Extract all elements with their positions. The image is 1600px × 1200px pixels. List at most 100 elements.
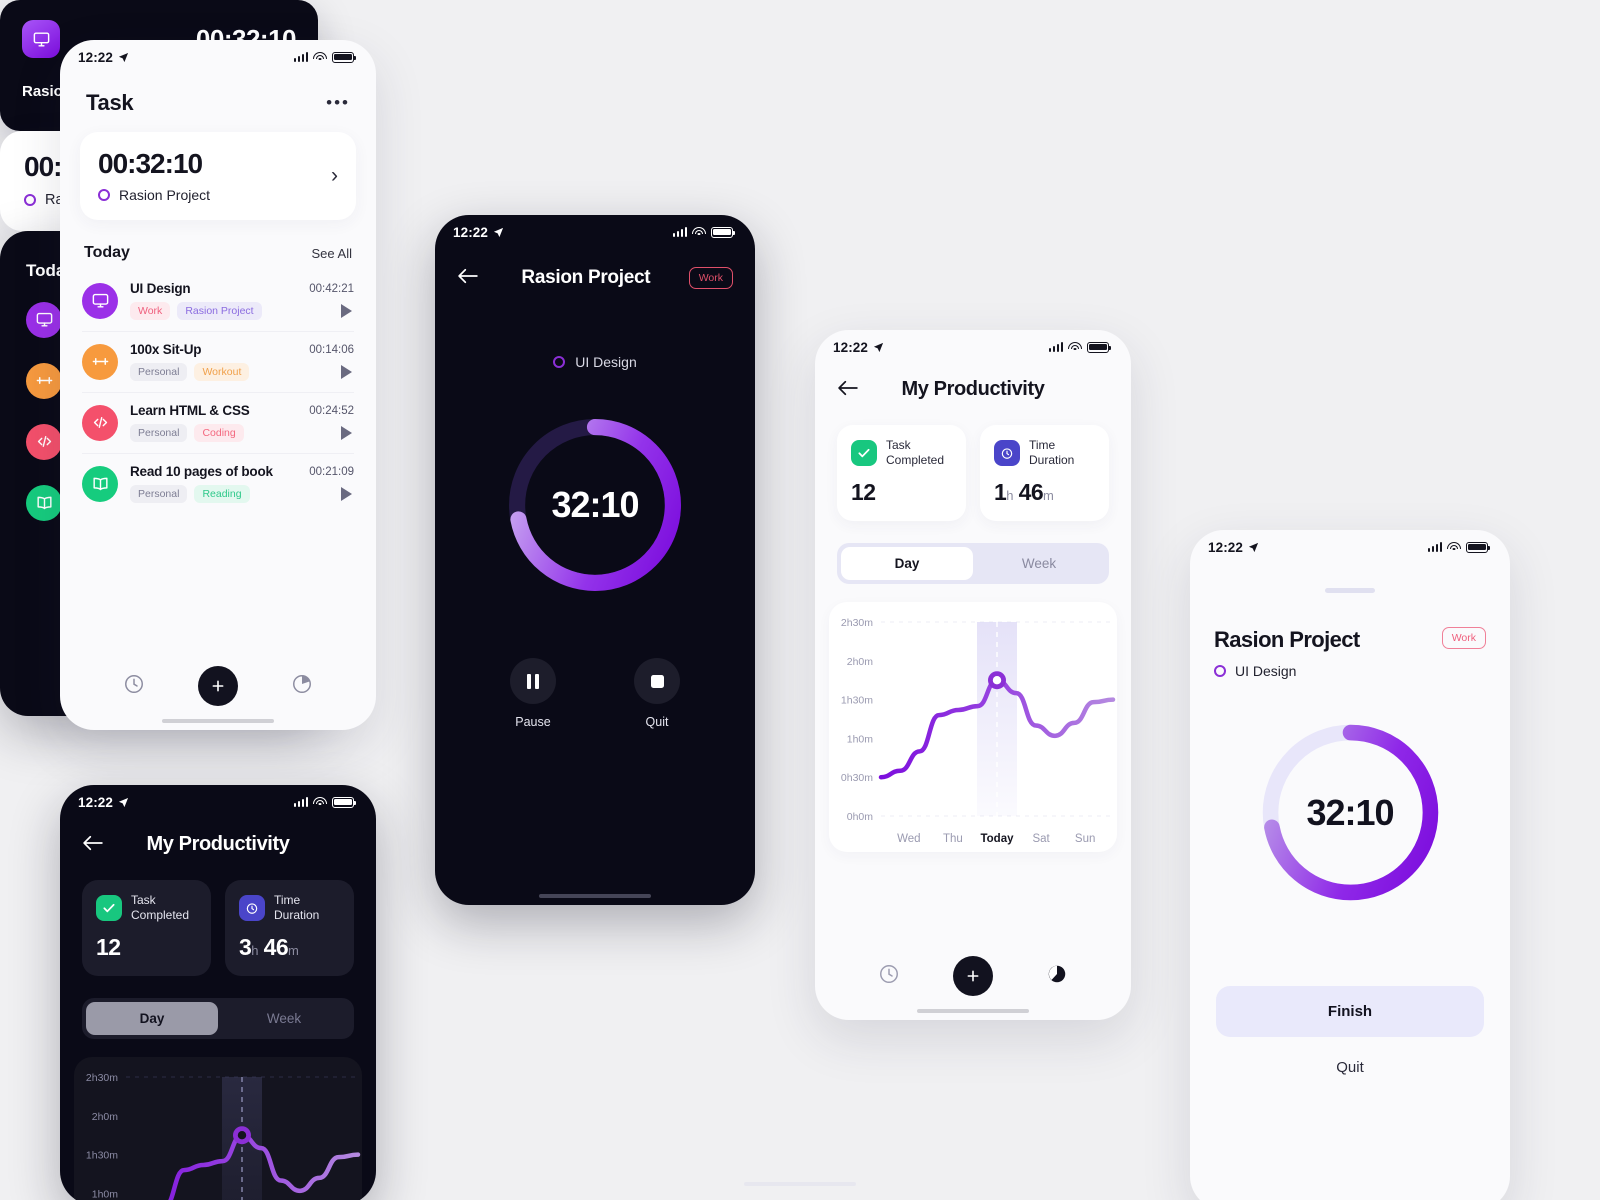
location-arrow-icon (1248, 542, 1259, 552)
more-horizontal-icon[interactable]: ••• (326, 94, 350, 111)
app-icon (22, 20, 60, 58)
stat-label-line1: Task (131, 893, 156, 907)
status-bar-time: 12:22 (833, 339, 869, 355)
task-row[interactable]: Read 10 pages of book 00:21:09 Personal R… (60, 453, 376, 514)
stat-label-line2: Completed (131, 907, 190, 922)
check-icon (96, 894, 122, 921)
task-avatar (26, 362, 62, 399)
battery-icon (711, 226, 736, 238)
stat-label-line2: Completed (886, 452, 945, 467)
tab-week[interactable]: Week (973, 547, 1105, 580)
page-title: Task (86, 90, 134, 115)
y-axis-tick: 1h30m (86, 1150, 118, 1162)
productivity-header: My Productivity (60, 819, 376, 856)
stat-label-line1: Task (886, 438, 911, 452)
add-task-button[interactable] (197, 666, 238, 706)
stat-card-time-duration: Time Duration 1h 46m (980, 425, 1109, 522)
chart-point-inner (237, 1131, 247, 1140)
quit-button[interactable]: Quit (1190, 1059, 1510, 1076)
task-avatar (82, 404, 118, 441)
task-list-screen: 12:22 Task ••• 00:32:10 Rasion Project › (60, 40, 376, 730)
play-icon[interactable] (341, 426, 352, 440)
tab-week[interactable]: Week (218, 1002, 350, 1035)
task-row[interactable]: Learn HTML & CSS 00:24:52 Personal Coding (60, 392, 376, 453)
finish-task-label: UI Design (1235, 663, 1297, 679)
duration-minutes-unit: m (288, 943, 299, 959)
task-tag: Personal (130, 363, 188, 381)
status-bar: 12:22 (435, 215, 755, 249)
y-axis-tick: 1h30m (841, 695, 873, 707)
stat-cards: Task Completed 12 Time Duration (815, 401, 1131, 522)
status-bar-time: 12:22 (78, 49, 114, 65)
task-avatar (26, 484, 62, 521)
status-bar-time: 12:22 (1208, 539, 1244, 555)
task-tag: Reading (194, 485, 250, 503)
play-icon[interactable] (341, 304, 352, 318)
cellular-signal-icon (1048, 342, 1063, 352)
pause-button[interactable]: Pause (510, 658, 556, 729)
add-task-button[interactable] (952, 956, 993, 996)
stat-card-task-completed: Task Completed 12 (837, 425, 966, 522)
project-dot-icon (1214, 665, 1226, 677)
nav-timer-button[interactable] (878, 963, 900, 990)
duration-hours: 3 (239, 934, 252, 961)
status-badge: Work (1441, 627, 1486, 649)
plus-icon (212, 680, 224, 692)
task-tags: Personal Coding (130, 424, 244, 442)
pie-chart-icon (1049, 965, 1066, 982)
cellular-signal-icon (293, 52, 308, 62)
cellular-signal-icon (672, 227, 687, 237)
nav-stats-button[interactable] (1046, 963, 1068, 990)
play-icon[interactable] (341, 487, 352, 501)
task-tag: Rasion Project (177, 302, 262, 320)
task-row[interactable]: 100x Sit-Up 00:14:06 Personal Workout (60, 331, 376, 392)
y-axis-tick: 2h0m (92, 1111, 119, 1123)
nav-timer-button[interactable] (123, 673, 145, 700)
range-toggle: Day Week (837, 543, 1109, 585)
active-timer-card[interactable]: 00:32:10 Rasion Project › (80, 132, 356, 220)
status-bar: 12:22 (60, 40, 376, 74)
stat-label-line1: Time (1029, 438, 1056, 452)
wifi-icon (1068, 341, 1082, 353)
chevron-right-icon[interactable]: › (331, 164, 338, 188)
nav-stats-button[interactable] (291, 673, 313, 700)
task-avatar (82, 343, 118, 380)
play-icon[interactable] (341, 365, 352, 379)
focus-task-label: UI Design (435, 354, 755, 370)
section-title-today: Today (84, 244, 130, 261)
task-avatar (82, 465, 118, 502)
task-row[interactable]: UI Design 00:42:21 Work Rasion Project (60, 270, 376, 331)
stop-icon (650, 674, 664, 688)
project-dot-icon (98, 189, 110, 201)
back-button[interactable] (457, 268, 483, 288)
focus-header: Rasion Project Work (435, 249, 755, 289)
code-icon (93, 417, 107, 428)
line-chart-svg: 2h30m 2h0m 1h30m 1h0m 0h30m 0h0m Wed Thu Today S… (841, 617, 1116, 845)
tab-day[interactable]: Day (841, 547, 973, 581)
battery-icon (1466, 541, 1491, 553)
project-dot-icon (24, 194, 36, 206)
finish-button[interactable]: Finish (1216, 986, 1484, 1037)
task-avatar (82, 282, 118, 319)
productivity-screen-dark: 12:22 My Productivity Task Completed 12 … (60, 785, 376, 1200)
book-icon (36, 496, 52, 510)
active-timer-time: 00:32:10 (98, 148, 203, 179)
page-title: My Productivity (901, 378, 1045, 400)
finish-header: Rasion Project UI Design Work (1190, 593, 1510, 679)
duration-minutes-unit: m (1043, 488, 1054, 504)
tab-day[interactable]: Day (86, 1002, 218, 1036)
x-axis-tick: Sat (1032, 833, 1050, 845)
stat-value-duration: 3h 46m (239, 934, 340, 961)
quit-button[interactable]: Quit (634, 658, 680, 729)
productivity-chart: 2h30m2h0m1h30m1h0m0h30m0h0m WedThuTodayS… (74, 1057, 362, 1200)
code-icon (37, 436, 51, 447)
dumbbell-icon (36, 377, 52, 384)
wifi-icon (313, 51, 327, 63)
monitor-icon (33, 31, 49, 47)
quit-button-label: Quit (645, 715, 669, 729)
task-tag: Personal (130, 424, 188, 442)
status-bar: 12:22 (1190, 530, 1510, 564)
battery-icon (332, 796, 357, 808)
status-badge: Work (688, 267, 733, 289)
see-all-link[interactable]: See All (312, 246, 352, 261)
